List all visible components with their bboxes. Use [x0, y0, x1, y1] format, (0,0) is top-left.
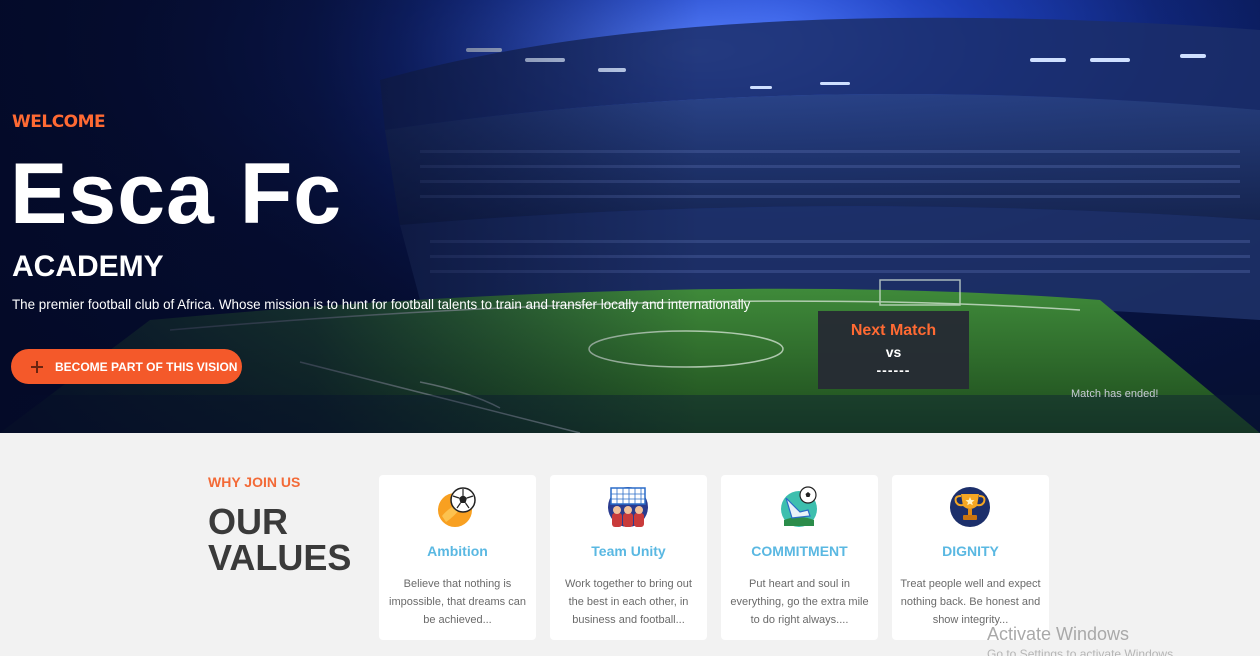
ball-fire-icon — [438, 487, 476, 527]
match-status-text: Match has ended! — [1071, 388, 1159, 400]
card-description: Treat people well and expect nothing bac… — [900, 578, 1041, 626]
card-description: Work together to bring out the best in e… — [565, 578, 692, 626]
cta-label: BECOME PART OF THIS VISION — [55, 359, 238, 374]
hero-description: The premier football club of Africa. Who… — [12, 297, 751, 312]
become-part-button[interactable]: BECOME PART OF THIS VISION — [11, 349, 242, 384]
card-description: Believe that nothing is impossible, that… — [389, 578, 526, 626]
card-title: DIGNITY — [942, 543, 999, 559]
next-match-panel: Next Match vs ------ — [818, 311, 969, 389]
next-match-vs: vs — [885, 344, 902, 360]
activate-windows-subtext: Go to Settings to activate Windows. — [987, 647, 1177, 656]
hero-welcome-label: WELCOME — [12, 112, 106, 132]
card-title: Team Unity — [591, 543, 666, 559]
plus-icon — [29, 359, 45, 375]
value-card-dignity[interactable]: DIGNITY Treat people well and expect not… — [892, 475, 1049, 640]
card-description: Put heart and soul in everything, go the… — [730, 578, 869, 626]
trophy-icon — [950, 487, 990, 527]
value-card-team-unity[interactable]: Team Unity Work together to bring out th… — [550, 475, 707, 640]
hero-subtitle: ACADEMY — [12, 250, 164, 283]
value-card-ambition[interactable]: Ambition Believe that nothing is impossi… — [379, 475, 536, 640]
value-card-commitment[interactable]: COMMITMENT Put heart and soul in everyth… — [721, 475, 878, 640]
card-title: COMMITMENT — [751, 543, 848, 559]
boot-ball-icon — [781, 486, 817, 527]
team-players-icon — [608, 487, 648, 527]
hero-title: Esca Fc — [10, 146, 343, 242]
hero-banner: WELCOME Esca Fc ACADEMY The premier foot… — [0, 0, 1260, 433]
activate-windows-watermark: Activate Windows — [987, 624, 1130, 644]
why-join-label: WHY JOIN US — [208, 474, 301, 490]
card-title: Ambition — [427, 543, 488, 559]
next-match-opponent: ------ — [876, 362, 911, 378]
values-title: OUR VALUES — [208, 501, 352, 578]
next-match-title: Next Match — [850, 322, 937, 339]
